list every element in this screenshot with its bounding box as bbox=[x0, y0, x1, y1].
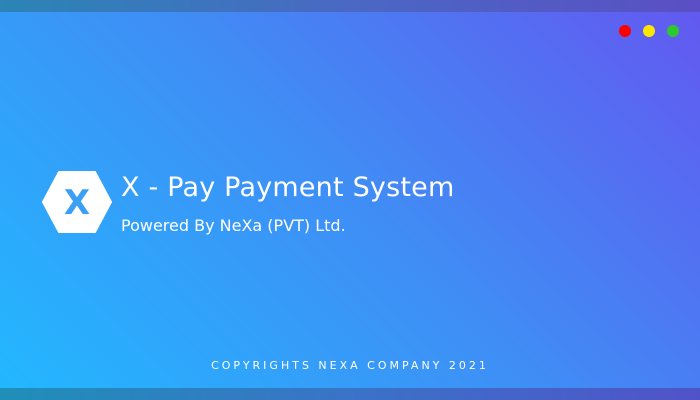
minimize-button[interactable] bbox=[643, 25, 655, 37]
close-button[interactable] bbox=[619, 25, 631, 37]
window-controls bbox=[619, 25, 679, 37]
splash-window: X X - Pay Payment System Powered By NeXa… bbox=[0, 0, 700, 400]
bottom-border-strip bbox=[0, 388, 700, 400]
top-border-strip bbox=[0, 0, 700, 12]
copyright-text: COPYRIGHTS NEXA COMPANY 2021 bbox=[211, 359, 489, 372]
app-title: X - Pay Payment System bbox=[121, 172, 455, 203]
hexagon-x-logo-icon: X bbox=[42, 171, 112, 233]
maximize-button[interactable] bbox=[667, 25, 679, 37]
logo-x-glyph: X bbox=[64, 183, 90, 223]
app-subtitle: Powered By NeXa (PVT) Ltd. bbox=[121, 216, 346, 235]
